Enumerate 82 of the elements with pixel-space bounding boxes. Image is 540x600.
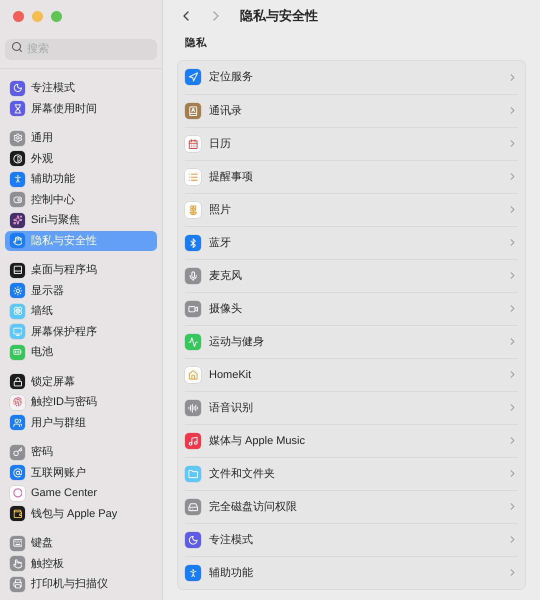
activity-icon — [185, 334, 201, 350]
music-note-icon — [185, 432, 201, 449]
settings-row[interactable]: 提醒事项 — [185, 160, 518, 193]
users-icon — [10, 415, 25, 430]
sidebar-item[interactable]: 墙纸 — [5, 301, 157, 322]
settings-row[interactable]: 照片 — [185, 192, 518, 226]
sidebar-item[interactable]: 互联网账户 — [5, 462, 157, 483]
battery-icon — [10, 344, 25, 360]
hand-icon — [10, 233, 25, 248]
contact-book-icon — [185, 102, 201, 119]
bluetooth-icon — [185, 234, 201, 251]
sidebar-item[interactable]: 电池 — [5, 342, 157, 362]
person-icon — [10, 172, 25, 187]
lock-icon — [10, 374, 25, 390]
person-icon — [185, 564, 201, 581]
house-icon — [185, 366, 201, 383]
sun-icon — [10, 283, 25, 298]
sidebar-item[interactable]: Game Center — [5, 483, 157, 504]
settings-row[interactable]: 语音识别 — [185, 390, 518, 424]
settings-row[interactable]: 日历 — [185, 126, 518, 160]
settings-row[interactable]: 通讯录 — [185, 94, 518, 127]
settings-row[interactable]: 完全磁盘访问权限 — [185, 490, 518, 523]
contrast-icon — [10, 151, 25, 166]
printer-icon — [10, 576, 25, 592]
section-heading: 隐私 — [185, 36, 207, 51]
audio-lines-icon — [185, 400, 201, 416]
settings-row[interactable]: HomeKit — [185, 358, 518, 391]
settings-row[interactable]: 定位服务 — [185, 60, 518, 94]
sidebar-item[interactable]: 通用 — [5, 128, 157, 148]
hard-drive-icon — [185, 498, 201, 515]
settings-row[interactable]: 摄像头 — [185, 292, 518, 325]
sidebar-item[interactable]: 显示器 — [5, 280, 157, 301]
sidebar-item[interactable]: 触控板 — [5, 554, 157, 574]
at-sign-icon — [10, 465, 25, 480]
sidebar-item[interactable]: 密码 — [5, 442, 157, 462]
pointer-icon — [10, 556, 25, 572]
sidebar-item[interactable]: 辅助功能 — [5, 169, 157, 190]
sidebar-item[interactable]: 专注模式 — [5, 78, 157, 98]
flower-icon — [185, 202, 201, 218]
calendar-icon — [185, 136, 201, 152]
settings-row[interactable]: 蓝牙 — [185, 226, 518, 259]
sidebar-item[interactable]: 锁定屏幕 — [5, 372, 157, 392]
sidebar-item[interactable]: 外观 — [5, 148, 157, 169]
zoom-button[interactable] — [51, 11, 62, 22]
settings-row[interactable]: 辅助功能 — [185, 556, 518, 589]
sidebar-item[interactable]: 打印机与扫描仪 — [5, 574, 157, 594]
sidebar-item[interactable]: 控制中心 — [5, 190, 157, 210]
sidebar-item[interactable]: 钱包与 Apple Pay — [5, 504, 157, 524]
dock-icon — [10, 262, 25, 278]
toggle-icon — [10, 192, 25, 208]
moon-icon — [185, 532, 201, 548]
sidebar-item[interactable]: 屏幕保护程序 — [5, 322, 157, 342]
sparkle-icon — [10, 212, 25, 228]
moon-icon — [10, 80, 25, 96]
key-icon — [10, 444, 25, 460]
microphone-icon — [185, 268, 201, 284]
minimize-button[interactable] — [32, 11, 43, 22]
fingerprint-icon — [10, 394, 25, 410]
keyboard-icon — [10, 536, 25, 551]
sidebar-item[interactable]: 键盘 — [5, 533, 157, 554]
flower-icon — [10, 304, 25, 319]
settings-row[interactable]: 媒体与 Apple Music — [185, 424, 518, 457]
gear-icon — [10, 130, 25, 146]
settings-row[interactable]: 专注模式 — [185, 522, 518, 556]
hourglass-icon — [10, 101, 25, 116]
folder-icon — [185, 466, 201, 482]
sidebar-item[interactable]: 触控ID与密码 — [5, 392, 157, 412]
settings-row[interactable]: 运动与健身 — [185, 324, 518, 358]
monitor-icon — [10, 324, 25, 340]
sidebar-item[interactable]: Siri与聚焦 — [5, 210, 157, 230]
wallet-icon — [10, 506, 25, 522]
window-title: 隐私与安全性 — [240, 7, 318, 26]
sidebar-item[interactable]: 屏幕使用时间 — [5, 98, 157, 119]
search-icon — [11, 40, 23, 52]
list-icon — [185, 168, 201, 185]
settings-row[interactable]: 麦克风 — [185, 258, 518, 292]
sidebar-item[interactable]: 用户与群组 — [5, 412, 157, 433]
circle-icon — [10, 486, 25, 501]
settings-row[interactable]: 文件和文件夹 — [185, 456, 518, 490]
sidebar-item[interactable]: 桌面与程序坞 — [5, 260, 157, 280]
close-button[interactable] — [13, 11, 24, 22]
video-camera-icon — [185, 300, 201, 317]
